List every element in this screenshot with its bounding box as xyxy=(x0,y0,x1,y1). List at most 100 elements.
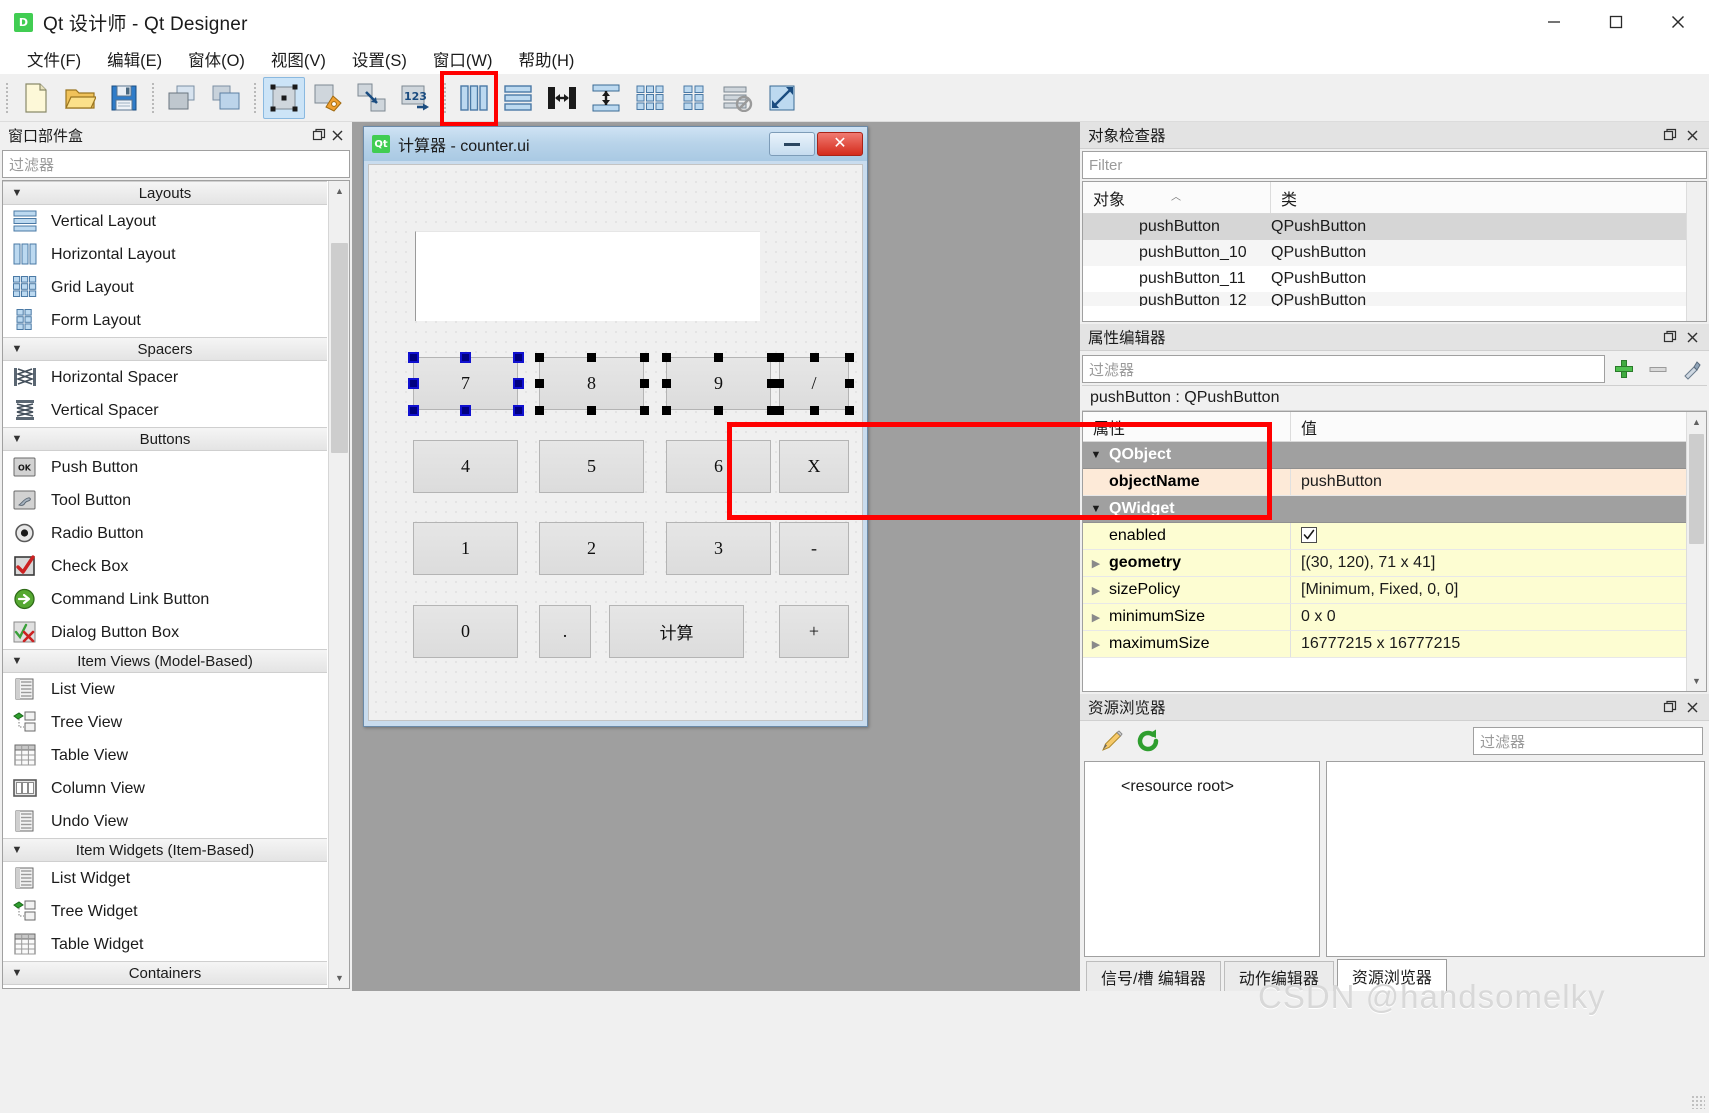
resize-handle[interactable] xyxy=(512,351,524,363)
widget-item-tree-widget[interactable]: Tree Widget xyxy=(3,895,327,928)
widget-box-scrollbar[interactable]: ▲ ▼ xyxy=(328,181,349,988)
scroll-down-icon[interactable]: ▼ xyxy=(1687,671,1706,691)
widget-item-horizontal-layout[interactable]: Horizontal Layout xyxy=(3,238,327,271)
calc-button-digit-3[interactable]: 3 xyxy=(666,522,771,575)
widget-box-group-spacers[interactable]: ▼ Spacers xyxy=(3,337,327,361)
resize-handle[interactable] xyxy=(844,379,854,388)
property-row[interactable]: ▶ sizePolicy [Minimum, Fixed, 0, 0] xyxy=(1083,577,1706,604)
mdi-workspace[interactable]: Qt 计算器 - counter.ui ✕ 7 8 9/ 4 5 6 X 1 2 3- 0. 计算 + xyxy=(352,122,1272,991)
close-dock-icon[interactable] xyxy=(1681,124,1703,146)
bottom-tab-signal-slot-editor[interactable]: 信号/槽 编辑器 xyxy=(1086,961,1221,991)
layout-grid-icon[interactable] xyxy=(629,77,671,119)
property-row[interactable]: ▶ maximumSize 16777215 x 16777215 xyxy=(1083,631,1706,658)
form-minimize-button[interactable] xyxy=(769,132,815,156)
resize-handle[interactable] xyxy=(639,405,649,415)
resize-handle[interactable] xyxy=(774,405,784,415)
widget-item-list-view[interactable]: List View xyxy=(3,673,327,706)
widget-item-command-link-button[interactable]: Command Link Button xyxy=(3,583,327,616)
calc-button-digit-0[interactable]: 0 xyxy=(413,605,518,658)
menu-window[interactable]: 窗口(W) xyxy=(420,45,506,74)
form-title-bar[interactable]: Qt 计算器 - counter.ui ✕ xyxy=(364,127,867,161)
add-property-icon[interactable] xyxy=(1609,354,1639,384)
layout-vertically-icon[interactable] xyxy=(497,77,539,119)
layout-splitter-horizontal-icon[interactable] xyxy=(541,77,583,119)
calc-button-digit-4[interactable]: 4 xyxy=(413,440,518,493)
toolbar-grip[interactable] xyxy=(251,80,259,115)
menu-edit[interactable]: 编辑(E) xyxy=(94,45,175,74)
chevron-right-icon[interactable]: ▶ xyxy=(1083,611,1109,624)
property-row[interactable]: enabled xyxy=(1083,523,1706,550)
resize-handle[interactable] xyxy=(661,352,671,362)
adjust-size-icon[interactable] xyxy=(761,77,803,119)
widget-item-table-view[interactable]: Table View xyxy=(3,739,327,772)
float-icon[interactable] xyxy=(310,126,328,144)
calc-button-multiply[interactable]: X xyxy=(779,440,849,493)
property-row[interactable]: objectName pushButton xyxy=(1083,469,1706,496)
resize-handle[interactable] xyxy=(587,352,596,362)
property-row[interactable]: ▶ geometry [(30, 120), 71 x 41] xyxy=(1083,550,1706,577)
resize-handle[interactable] xyxy=(407,378,419,389)
resize-handle[interactable] xyxy=(714,352,723,362)
resize-handle[interactable] xyxy=(407,351,419,363)
calc-button-digit-9[interactable]: 9 xyxy=(666,357,771,410)
widget-item-vertical-spacer[interactable]: Vertical Spacer xyxy=(3,394,327,427)
resize-handle[interactable] xyxy=(512,378,524,389)
calc-button-digit-5[interactable]: 5 xyxy=(539,440,644,493)
resource-tree[interactable]: <resource root> xyxy=(1084,761,1320,957)
menu-view[interactable]: 视图(V) xyxy=(258,45,339,74)
widget-item-dialog-button-box[interactable]: Dialog Button Box xyxy=(3,616,327,649)
resize-handle[interactable] xyxy=(534,379,544,388)
object-inspector-row[interactable]: pushButton_10 QPushButton xyxy=(1083,240,1706,266)
resize-handle[interactable] xyxy=(512,404,524,416)
resize-handle[interactable] xyxy=(809,352,819,362)
column-header-class[interactable]: 类 xyxy=(1271,182,1706,213)
property-value-cell[interactable]: pushButton xyxy=(1291,473,1706,491)
enabled-checkbox[interactable] xyxy=(1301,526,1317,543)
chevron-down-icon[interactable]: ▼ xyxy=(1083,449,1109,461)
widget-item-tool-button[interactable]: Tool Button xyxy=(3,484,327,517)
break-layout-icon[interactable] xyxy=(717,77,759,119)
column-header-property[interactable]: 属性 xyxy=(1083,412,1291,441)
close-dock-icon[interactable] xyxy=(328,126,346,144)
edit-widgets-icon[interactable] xyxy=(263,76,305,119)
resize-handle[interactable] xyxy=(639,352,649,362)
copy-widget-icon[interactable] xyxy=(161,77,203,119)
menu-file[interactable]: 文件(F) xyxy=(14,45,94,74)
reload-icon[interactable] xyxy=(1130,724,1166,758)
chevron-right-icon[interactable]: ▶ xyxy=(1083,584,1109,597)
float-icon[interactable] xyxy=(1659,326,1681,348)
layout-horizontally-icon[interactable] xyxy=(453,77,495,119)
resource-browser-filter-input[interactable]: 过滤器 xyxy=(1473,727,1703,755)
object-inspector-table[interactable]: 对象 ︿ 类 pushButton QPushButton pushButton_1… xyxy=(1082,181,1707,322)
scroll-down-icon[interactable]: ▼ xyxy=(329,968,349,988)
widget-item-horizontal-spacer[interactable]: Horizontal Spacer xyxy=(3,361,327,394)
toolbar-grip[interactable] xyxy=(149,80,157,115)
chevron-right-icon[interactable]: ▶ xyxy=(1083,638,1109,651)
resize-handle[interactable] xyxy=(639,379,649,388)
calculator-display[interactable] xyxy=(415,231,760,321)
widget-item-list-widget[interactable]: List Widget xyxy=(3,862,327,895)
object-inspector-row[interactable]: pushButton_11 QPushButton xyxy=(1083,266,1706,292)
scrollbar-thumb[interactable] xyxy=(331,243,348,453)
calc-button-digit-1[interactable]: 1 xyxy=(413,522,518,575)
calc-button-plus[interactable]: + xyxy=(779,605,849,658)
resize-handle[interactable] xyxy=(534,352,544,362)
menu-form[interactable]: 窗体(O) xyxy=(175,45,258,74)
property-value-cell[interactable]: [(30, 120), 71 x 41] xyxy=(1291,554,1706,572)
menu-settings[interactable]: 设置(S) xyxy=(339,45,420,74)
calc-button-dot[interactable]: . xyxy=(539,605,591,658)
widget-box-group-item-widgets-item-based[interactable]: ▼ Item Widgets (Item-Based) xyxy=(3,838,327,862)
resize-handle[interactable] xyxy=(407,404,419,416)
resize-handle[interactable] xyxy=(661,379,671,388)
resize-handle[interactable] xyxy=(534,405,544,415)
edit-resources-icon[interactable] xyxy=(1094,724,1130,758)
new-file-icon[interactable] xyxy=(15,77,57,119)
remove-property-icon[interactable] xyxy=(1643,354,1673,384)
resize-handle[interactable] xyxy=(774,352,784,362)
calc-button-digit-8[interactable]: 8 xyxy=(539,357,644,410)
resize-handle[interactable] xyxy=(460,404,471,416)
calc-button-digit-2[interactable]: 2 xyxy=(539,522,644,575)
resize-grip[interactable] xyxy=(1691,1095,1705,1109)
object-inspector-row[interactable]: pushButton_12 QPushButton xyxy=(1083,292,1706,306)
property-value-cell[interactable]: 16777215 x 16777215 xyxy=(1291,635,1706,653)
